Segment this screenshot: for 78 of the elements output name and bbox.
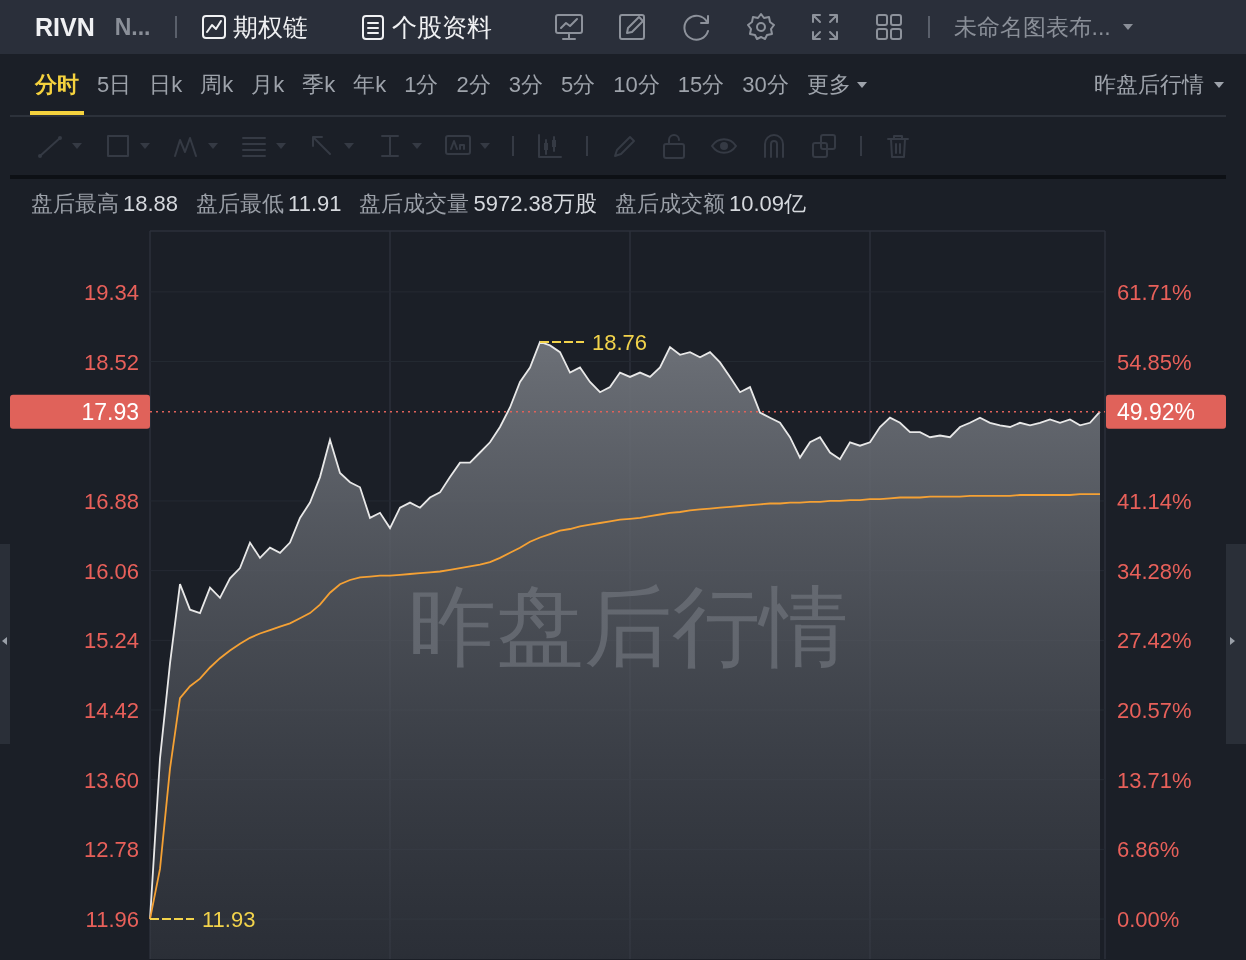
axis-label: 34.28%: [1117, 558, 1192, 584]
axis-label: 54.85%: [1117, 349, 1192, 375]
lock-icon: [660, 132, 688, 160]
side-panel-handle[interactable]: [0, 544, 10, 744]
timeframe-tab[interactable]: 分时: [30, 54, 84, 115]
stat-label: 盘后成交量: [359, 190, 470, 218]
stat-value: 18.88: [123, 191, 179, 217]
timeframe-tab[interactable]: 季k: [297, 54, 341, 115]
price-annotation: 11.93: [202, 907, 256, 933]
axis-label: 15.24: [83, 628, 139, 654]
timeframe-tab[interactable]: 年k: [348, 54, 392, 115]
stock-name: N...: [114, 13, 151, 41]
leader-line: [539, 341, 585, 344]
timeframe-tab[interactable]: 周k: [195, 54, 239, 115]
timeframe-tab[interactable]: 更多: [801, 54, 872, 115]
rectangle-tool-icon: [104, 132, 132, 160]
axis-label: 13.71%: [1117, 767, 1192, 793]
refresh-icon[interactable]: [681, 12, 712, 42]
axis-label: 16.88: [83, 488, 139, 514]
timeframe-tab[interactable]: 5日: [92, 54, 137, 115]
axis-label: 11.96: [85, 907, 139, 933]
axis-label: 12.78: [83, 837, 139, 863]
chart-document-icon: [200, 13, 227, 41]
expand-icon[interactable]: [809, 12, 840, 42]
pencil-icon[interactable]: [617, 12, 648, 42]
timeframe-tab[interactable]: 2分: [451, 54, 496, 115]
timeframe-tab[interactable]: 1分: [399, 54, 444, 115]
leader-line: [149, 918, 195, 921]
stat-label: 盘后最高: [31, 190, 119, 218]
caret-icon: [344, 143, 354, 149]
axis-label: 13.60: [83, 767, 139, 793]
caret-icon: [72, 143, 82, 149]
axis-label: 6.86%: [1117, 837, 1180, 863]
axis-label: 0.00%: [1117, 907, 1180, 933]
stat-label: 盘后成交额: [615, 190, 725, 218]
timeframe-tab[interactable]: 10分: [608, 54, 665, 115]
timeframe-tab[interactable]: 15分: [672, 54, 730, 115]
stat-label: 盘后最低: [196, 190, 285, 218]
stat-value: 11.91: [288, 191, 342, 217]
caret-icon: [208, 143, 218, 149]
axis-label: 61.71%: [1117, 279, 1192, 305]
stat-value: 10.09亿: [729, 190, 807, 218]
options-chain-link[interactable]: 期权链: [200, 10, 308, 44]
axis-label: 20.57%: [1117, 698, 1192, 723]
timeframe-tab[interactable]: 30分: [737, 54, 794, 115]
document-icon: [359, 13, 386, 41]
last-percent-tag: 49.92%: [1106, 394, 1226, 429]
caret-icon: [140, 143, 150, 149]
stat-value: 5972.38万股: [473, 190, 597, 218]
caret-icon: [480, 143, 490, 149]
side-panel-handle[interactable]: [1226, 544, 1246, 744]
layout-dropdown[interactable]: 未命名图表布...: [953, 11, 1133, 43]
grid-icon[interactable]: [873, 12, 904, 42]
axis-label: 19.34: [83, 279, 139, 305]
caret-icon: [276, 143, 286, 149]
caret-icon: [1122, 24, 1133, 30]
timeframe-tab[interactable]: 3分: [503, 54, 548, 115]
stock-profile-link[interactable]: 个股资料: [359, 10, 492, 44]
copy-icon: [810, 132, 838, 160]
settings-icon[interactable]: [745, 12, 776, 42]
candlestick-icon: [536, 132, 564, 160]
session-dropdown[interactable]: 昨盘后行情: [1094, 69, 1224, 100]
axis-label: 41.14%: [1117, 488, 1192, 514]
timeframe-tab[interactable]: 5分: [556, 54, 601, 115]
timeframe-tab[interactable]: 月k: [246, 54, 290, 115]
presentation-chart-icon[interactable]: [553, 12, 584, 42]
trash-icon: [884, 132, 912, 160]
axis-label: 27.42%: [1117, 628, 1192, 654]
axis-label: 16.06: [83, 558, 139, 584]
timeframe-tab[interactable]: 日k: [144, 54, 188, 115]
last-price-tag: 17.93: [10, 394, 150, 429]
price-annotation: 18.76: [592, 330, 648, 356]
axis-label: 18.52: [83, 349, 139, 375]
caret-icon: [412, 143, 422, 149]
caret-icon: [1214, 81, 1224, 88]
ticker-symbol: RIVN: [35, 12, 95, 42]
axis-label: 14.42: [83, 698, 139, 723]
caret-icon: [856, 81, 867, 88]
